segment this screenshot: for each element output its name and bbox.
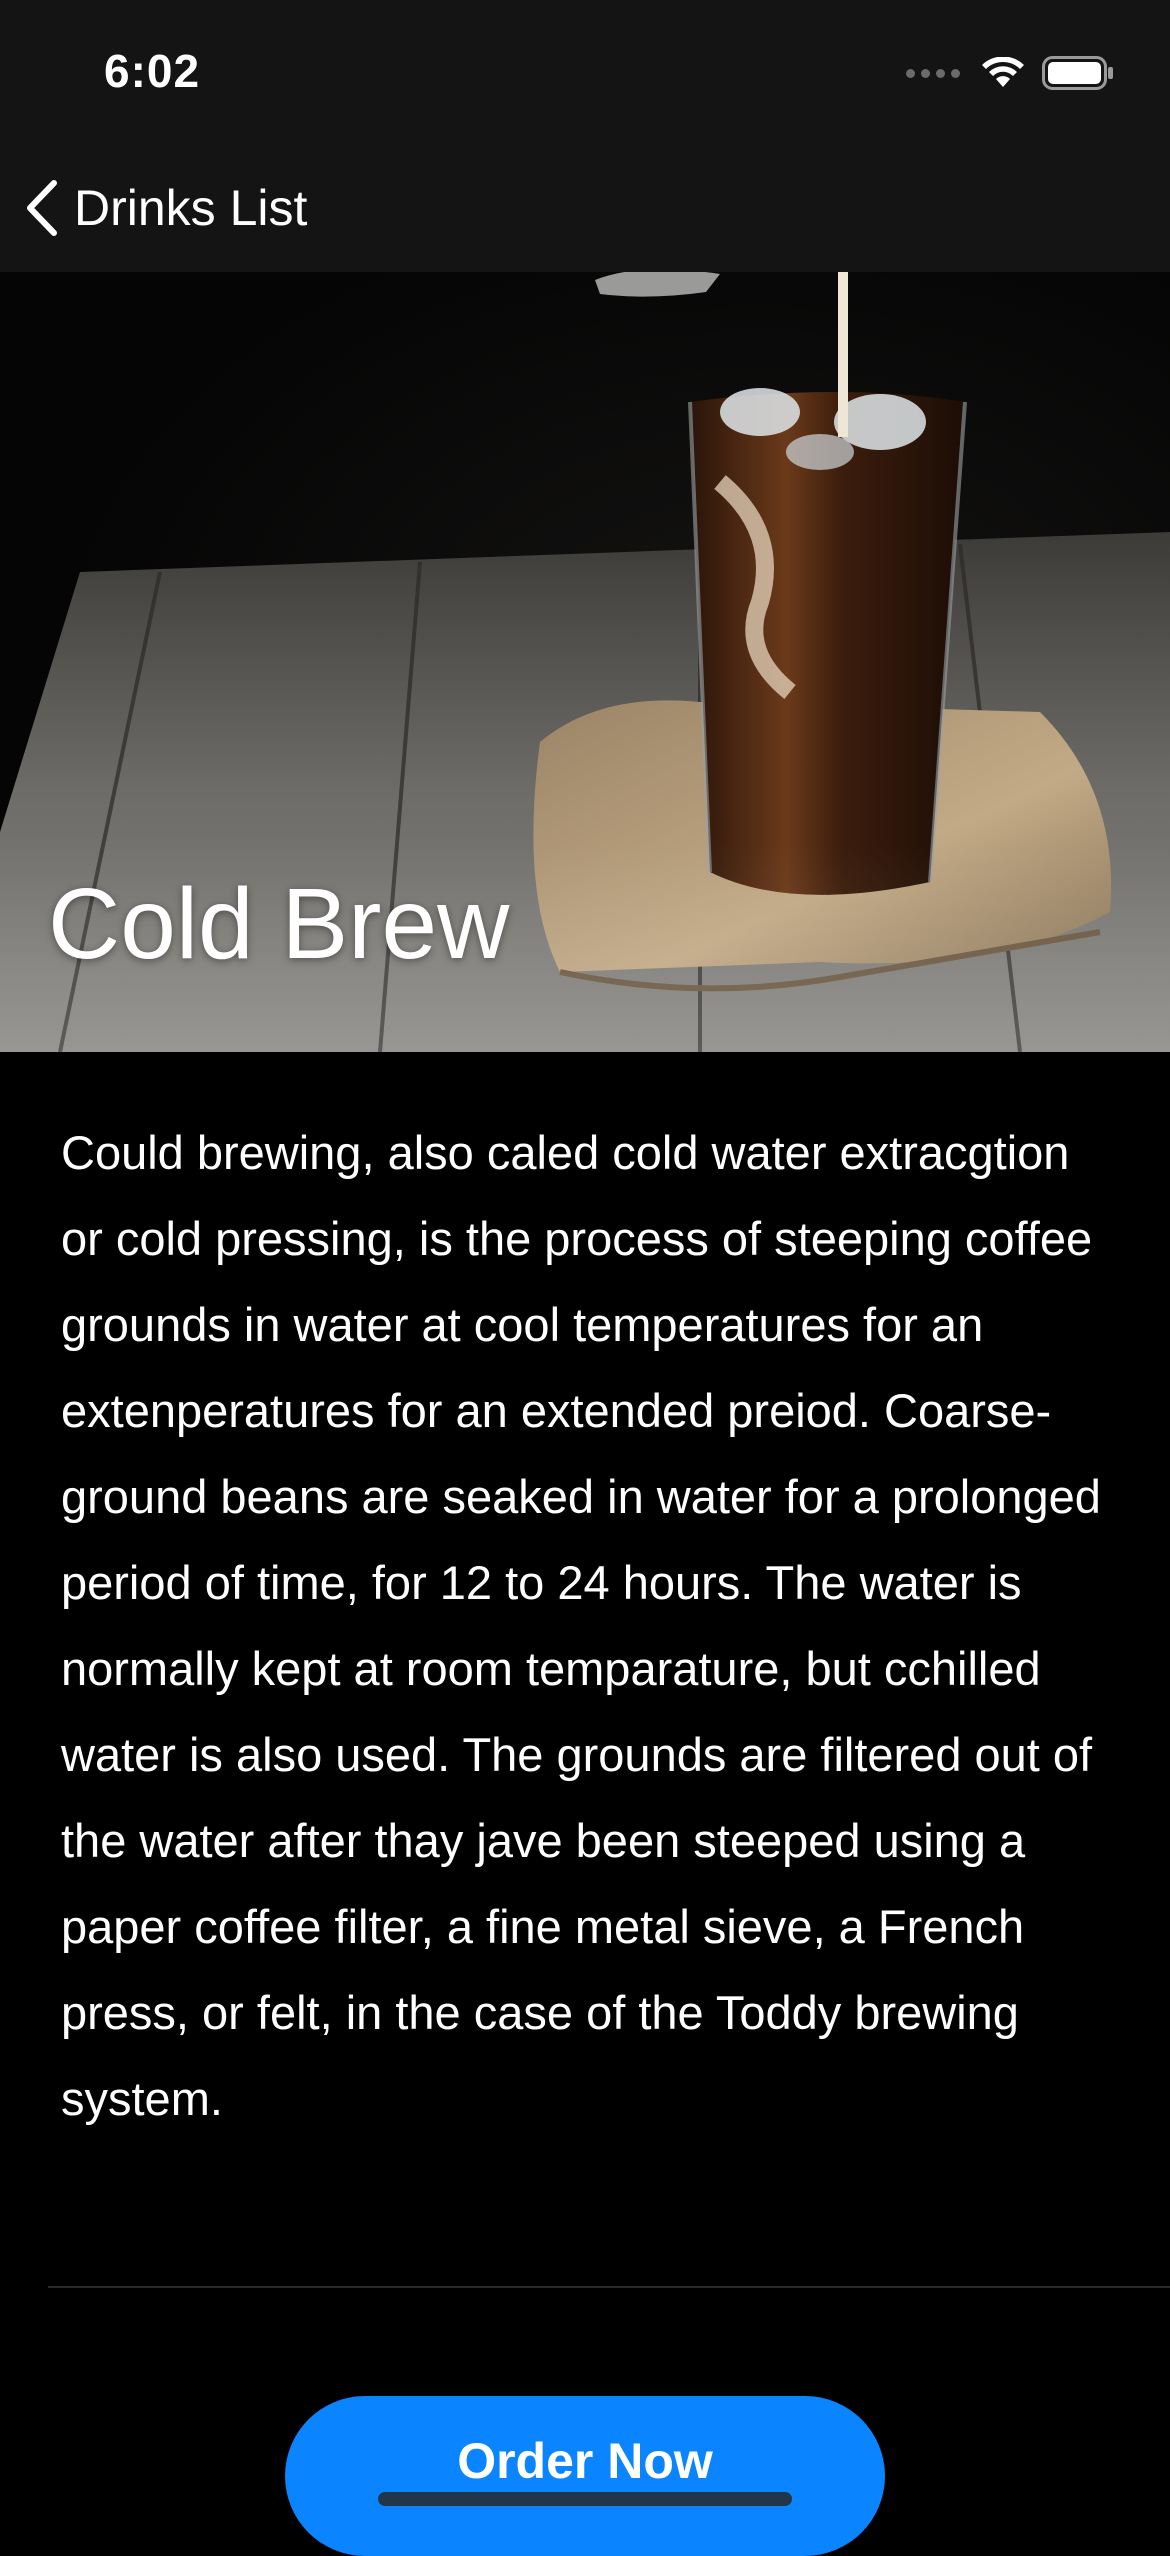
back-button[interactable]: Drinks List bbox=[24, 176, 307, 240]
order-now-button[interactable]: Order Now bbox=[285, 2396, 885, 2556]
wifi-icon bbox=[982, 57, 1024, 87]
home-indicator[interactable] bbox=[378, 2492, 792, 2506]
status-icons bbox=[906, 56, 1114, 90]
back-button-label: Drinks List bbox=[74, 180, 308, 236]
drink-hero: Cold Brew bbox=[0, 272, 1170, 1052]
chevron-left-icon bbox=[27, 180, 57, 236]
status-time: 6:02 bbox=[104, 45, 201, 97]
drink-description: Could brewing, also caled cold water ext… bbox=[61, 1126, 1101, 2125]
navigation-bar: Drinks List bbox=[0, 150, 1170, 272]
battery-icon bbox=[1042, 56, 1113, 90]
cellular-signal-icon bbox=[906, 68, 960, 78]
divider bbox=[48, 2286, 1170, 2288]
drink-title: Cold Brew bbox=[48, 868, 510, 980]
status-bar: 6:02 bbox=[0, 0, 1170, 150]
